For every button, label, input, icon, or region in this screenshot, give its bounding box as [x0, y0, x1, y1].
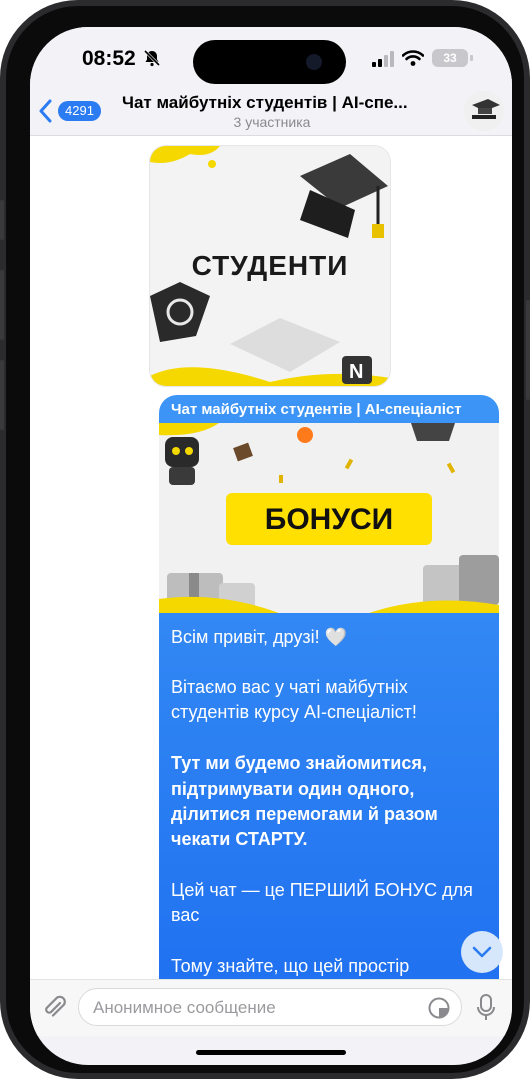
sticker-icon[interactable]	[427, 996, 451, 1020]
chevron-down-icon	[472, 946, 492, 958]
chat-title[interactable]: Чат майбутніх студентів | AI-спе...	[122, 93, 452, 113]
greeting-line: Всім привіт, друзі! 🤍	[171, 627, 347, 647]
forwarded-message-bubble[interactable]: Чат майбутніх студентів | AI-спеціаліст	[159, 395, 499, 979]
back-chevron-icon[interactable]	[38, 99, 52, 123]
bonus-line-2: вас	[171, 905, 200, 925]
dynamic-island	[193, 40, 346, 84]
screen: 08:52 33 4291 Чат майбутніх студентів | …	[30, 27, 512, 1065]
cellular-signal-icon	[372, 51, 394, 67]
battery-tip	[470, 55, 473, 61]
graduation-cap-icon	[464, 91, 504, 131]
chat-header: 4291 Чат майбутніх студентів | AI-спе...…	[30, 87, 512, 136]
front-camera	[306, 54, 322, 70]
phone-frame: 08:52 33 4291 Чат майбутніх студентів | …	[0, 0, 530, 1079]
home-indicator[interactable]	[196, 1050, 346, 1055]
participants-count[interactable]: 3 участника	[122, 114, 422, 130]
bonus-label-pill: БОНУСИ	[226, 493, 432, 545]
microphone-icon[interactable]	[476, 993, 496, 1023]
space-line: Тому знайте, що цей простір	[171, 956, 410, 976]
phone-bezel: 08:52 33 4291 Чат майбутніх студентів | …	[6, 6, 524, 1073]
scroll-down-button[interactable]	[461, 931, 503, 973]
bonus-banner-image[interactable]: БОНУСИ	[159, 423, 499, 613]
forwarded-from-label[interactable]: Чат майбутніх студентів | AI-спеціаліст	[171, 401, 491, 418]
sticker-label: СТУДЕНТИ	[191, 250, 349, 281]
volume-up-button	[0, 270, 4, 340]
bold-line-2: підтримувати один одного,	[171, 779, 415, 799]
mute-switch	[0, 200, 4, 240]
volume-down-button	[0, 360, 4, 430]
message-list[interactable]: N СТУДЕНТИ Чат майбутніх студентів | AI-…	[30, 136, 512, 979]
students-sticker[interactable]: N СТУДЕНТИ	[150, 146, 390, 386]
bold-line-3: ділитися перемогами й разом	[171, 804, 438, 824]
unread-count-badge[interactable]: 4291	[58, 101, 101, 121]
svg-text:N: N	[349, 361, 363, 383]
message-input-placeholder: Анонимное сообщение	[93, 998, 276, 1017]
battery-indicator: 33	[432, 49, 468, 67]
welcome-line-1: Вітаємо вас у чаті майбутніх	[171, 677, 408, 697]
chat-avatar[interactable]	[464, 91, 504, 131]
power-button	[526, 300, 530, 400]
bold-line-4: чекати СТАРТУ.	[171, 829, 308, 849]
paperclip-icon[interactable]	[42, 994, 66, 1022]
mute-bell-icon	[143, 49, 161, 67]
clock: 08:52	[82, 47, 136, 70]
message-input[interactable]: Анонимное сообщение	[78, 988, 462, 1026]
welcome-line-2: студентів курсу AI-спеціаліст!	[171, 702, 417, 722]
wifi-icon	[402, 50, 424, 66]
bonus-label: БОНУСИ	[264, 503, 394, 536]
status-bar: 08:52 33	[30, 27, 512, 91]
bold-line-1: Тут ми будемо знайомитися,	[171, 753, 427, 773]
bonus-line-1: Цей чат — це ПЕРШИЙ БОНУС для	[171, 880, 473, 900]
composer-bar: Анонимное сообщение	[30, 979, 512, 1036]
